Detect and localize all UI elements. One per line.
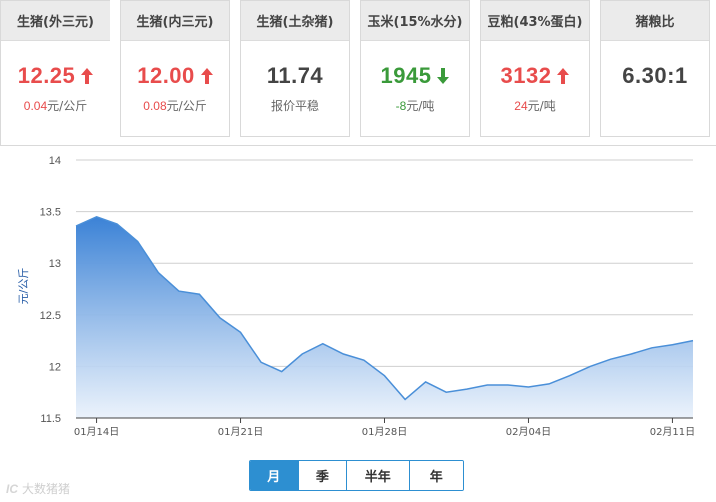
price-cards: 生猪(外三元) 12.25 0.04元/公斤 生猪(内三元) 12.00 0.0… — [0, 0, 716, 146]
card-title: 生猪(内三元) — [121, 1, 229, 41]
y-tick-label: 13 — [49, 258, 61, 270]
x-tick-label: 02月11日 — [650, 426, 695, 438]
card-change: -8元/吨 — [395, 99, 435, 113]
watermark-logo: IC — [6, 481, 18, 496]
tab-month[interactable]: 月 — [250, 461, 299, 490]
tab-half-year[interactable]: 半年 — [347, 461, 410, 490]
card-value: 1945 — [361, 63, 469, 89]
card-title: 玉米(15%水分) — [361, 1, 469, 41]
card-title: 豆粕(43%蛋白) — [481, 1, 589, 41]
arrow-up-icon — [557, 68, 570, 84]
card-pig-outer[interactable]: 生猪(外三元) 12.25 0.04元/公斤 — [0, 0, 110, 146]
arrow-up-icon — [200, 68, 213, 84]
card-title: 猪粮比 — [601, 1, 709, 41]
card-title: 生猪(土杂猪) — [241, 1, 349, 41]
arrow-down-icon — [437, 68, 450, 84]
card-pig-grain-ratio[interactable]: 猪粮比 6.30:1 — [600, 0, 710, 137]
price-chart: 11.5 12 12.5 13 13.5 14 元/公斤 01月14日 01月21日 01月2… — [17, 155, 695, 438]
card-pig-inner[interactable]: 生猪(内三元) 12.00 0.08元/公斤 — [120, 0, 230, 137]
card-change: 0.04元/公斤 — [23, 99, 88, 113]
y-tick-label: 13.5 — [40, 207, 61, 219]
card-pig-mixed[interactable]: 生猪(土杂猪) 11.74 报价平稳 — [240, 0, 350, 137]
y-tick-label: 12.5 — [40, 310, 61, 322]
card-change: 报价平稳 — [270, 99, 319, 113]
watermark-text: 大数猪猪 — [22, 482, 71, 496]
card-soymeal[interactable]: 豆粕(43%蛋白) 3132 24元/吨 — [480, 0, 590, 137]
card-value: 12.25 — [1, 63, 110, 89]
tab-year[interactable]: 年 — [409, 461, 463, 490]
area-fill — [76, 216, 693, 418]
card-value: 11.74 — [266, 63, 324, 88]
chart-area: 11.5 12 12.5 13 13.5 14 元/公斤 01月14日 01月21日 01月2… — [0, 145, 716, 502]
card-title: 生猪(外三元) — [1, 1, 110, 41]
watermark: IC 大数猪猪 — [6, 480, 70, 497]
x-tick-label: 01月14日 — [74, 426, 119, 438]
x-tick-label: 02月04日 — [506, 426, 551, 438]
tab-quarter[interactable]: 季 — [298, 461, 348, 490]
x-tick-label: 01月28日 — [362, 426, 407, 438]
y-axis-label: 元/公斤 — [17, 268, 30, 305]
y-tick-label: 11.5 — [40, 413, 61, 425]
y-tick-label: 14 — [49, 155, 61, 167]
card-value: 6.30:1 — [622, 63, 688, 88]
x-tick-label: 01月21日 — [218, 426, 263, 438]
card-corn[interactable]: 玉米(15%水分) 1945 -8元/吨 — [360, 0, 470, 137]
period-tabs: 月 季 半年 年 — [249, 460, 464, 491]
card-change: 24元/吨 — [514, 99, 556, 113]
card-value: 3132 — [481, 63, 589, 89]
card-value: 12.00 — [121, 63, 229, 89]
y-tick-label: 12 — [49, 361, 61, 373]
card-change: 0.08元/公斤 — [143, 99, 207, 113]
arrow-up-icon — [81, 68, 94, 84]
